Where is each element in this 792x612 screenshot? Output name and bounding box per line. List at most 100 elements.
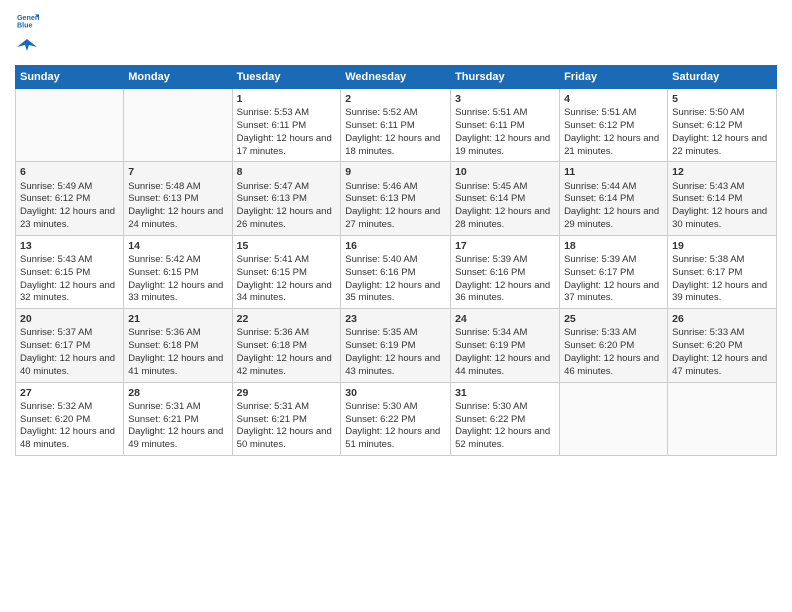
calendar-cell bbox=[124, 89, 232, 162]
day-number: 28 bbox=[128, 386, 227, 400]
header: General Blue bbox=[15, 10, 777, 57]
day-info: Sunset: 6:21 PM bbox=[237, 414, 337, 427]
calendar-cell: 24Sunrise: 5:34 AMSunset: 6:19 PMDayligh… bbox=[451, 309, 560, 382]
day-number: 21 bbox=[128, 312, 227, 326]
day-info: Sunrise: 5:43 AM bbox=[672, 181, 772, 194]
day-info: Sunrise: 5:51 AM bbox=[455, 107, 555, 120]
day-info: Sunset: 6:16 PM bbox=[345, 267, 446, 280]
day-info: Sunset: 6:14 PM bbox=[672, 193, 772, 206]
calendar-cell: 19Sunrise: 5:38 AMSunset: 6:17 PMDayligh… bbox=[668, 235, 777, 308]
logo: General Blue bbox=[15, 10, 39, 57]
weekday-header-friday: Friday bbox=[560, 66, 668, 89]
day-number: 6 bbox=[20, 165, 119, 179]
day-info: Daylight: 12 hours and 47 minutes. bbox=[672, 353, 772, 379]
day-info: Sunset: 6:13 PM bbox=[237, 193, 337, 206]
day-info: Sunrise: 5:49 AM bbox=[20, 181, 119, 194]
day-info: Sunrise: 5:30 AM bbox=[345, 401, 446, 414]
svg-text:General: General bbox=[17, 14, 39, 22]
day-info: Sunset: 6:17 PM bbox=[20, 340, 119, 353]
calendar-header: SundayMondayTuesdayWednesdayThursdayFrid… bbox=[16, 66, 777, 89]
calendar-cell bbox=[560, 382, 668, 455]
day-info: Sunrise: 5:37 AM bbox=[20, 327, 119, 340]
day-number: 3 bbox=[455, 92, 555, 106]
day-info: Sunset: 6:20 PM bbox=[672, 340, 772, 353]
day-info: Sunset: 6:13 PM bbox=[345, 193, 446, 206]
week-row-5: 27Sunrise: 5:32 AMSunset: 6:20 PMDayligh… bbox=[16, 382, 777, 455]
calendar-cell: 13Sunrise: 5:43 AMSunset: 6:15 PMDayligh… bbox=[16, 235, 124, 308]
calendar-table: SundayMondayTuesdayWednesdayThursdayFrid… bbox=[15, 65, 777, 456]
day-info: Sunrise: 5:33 AM bbox=[564, 327, 663, 340]
calendar-cell bbox=[16, 89, 124, 162]
calendar-cell: 8Sunrise: 5:47 AMSunset: 6:13 PMDaylight… bbox=[232, 162, 341, 235]
day-info: Daylight: 12 hours and 29 minutes. bbox=[564, 206, 663, 232]
day-info: Sunrise: 5:45 AM bbox=[455, 181, 555, 194]
day-number: 24 bbox=[455, 312, 555, 326]
day-info: Sunrise: 5:47 AM bbox=[237, 181, 337, 194]
day-info: Sunset: 6:19 PM bbox=[455, 340, 555, 353]
day-info: Sunset: 6:15 PM bbox=[237, 267, 337, 280]
day-info: Daylight: 12 hours and 32 minutes. bbox=[20, 280, 119, 306]
page: General Blue bbox=[0, 0, 792, 612]
day-info: Sunset: 6:14 PM bbox=[455, 193, 555, 206]
day-info: Daylight: 12 hours and 33 minutes. bbox=[128, 280, 227, 306]
day-info: Sunrise: 5:53 AM bbox=[237, 107, 337, 120]
day-info: Daylight: 12 hours and 36 minutes. bbox=[455, 280, 555, 306]
calendar-cell: 11Sunrise: 5:44 AMSunset: 6:14 PMDayligh… bbox=[560, 162, 668, 235]
day-info: Daylight: 12 hours and 50 minutes. bbox=[237, 426, 337, 452]
svg-text:Blue: Blue bbox=[17, 22, 33, 30]
day-info: Daylight: 12 hours and 23 minutes. bbox=[20, 206, 119, 232]
day-info: Daylight: 12 hours and 39 minutes. bbox=[672, 280, 772, 306]
day-number: 18 bbox=[564, 239, 663, 253]
week-row-4: 20Sunrise: 5:37 AMSunset: 6:17 PMDayligh… bbox=[16, 309, 777, 382]
day-info: Daylight: 12 hours and 24 minutes. bbox=[128, 206, 227, 232]
day-info: Daylight: 12 hours and 40 minutes. bbox=[20, 353, 119, 379]
day-info: Sunrise: 5:48 AM bbox=[128, 181, 227, 194]
calendar-cell: 15Sunrise: 5:41 AMSunset: 6:15 PMDayligh… bbox=[232, 235, 341, 308]
day-info: Daylight: 12 hours and 48 minutes. bbox=[20, 426, 119, 452]
day-info: Sunrise: 5:34 AM bbox=[455, 327, 555, 340]
calendar-cell: 18Sunrise: 5:39 AMSunset: 6:17 PMDayligh… bbox=[560, 235, 668, 308]
day-number: 7 bbox=[128, 165, 227, 179]
calendar-cell: 7 Sunrise: 5:48 AMSunset: 6:13 PMDaylight… bbox=[124, 162, 232, 235]
calendar-cell: 20Sunrise: 5:37 AMSunset: 6:17 PMDayligh… bbox=[16, 309, 124, 382]
calendar-cell: 22Sunrise: 5:36 AMSunset: 6:18 PMDayligh… bbox=[232, 309, 341, 382]
day-info: Sunset: 6:19 PM bbox=[345, 340, 446, 353]
day-info: Sunset: 6:13 PM bbox=[128, 193, 227, 206]
day-info: Daylight: 12 hours and 51 minutes. bbox=[345, 426, 446, 452]
weekday-header-thursday: Thursday bbox=[451, 66, 560, 89]
day-info: Sunrise: 5:32 AM bbox=[20, 401, 119, 414]
day-info: Sunset: 6:18 PM bbox=[237, 340, 337, 353]
day-info: Daylight: 12 hours and 22 minutes. bbox=[672, 133, 772, 159]
day-info: Daylight: 12 hours and 18 minutes. bbox=[345, 133, 446, 159]
day-number: 4 bbox=[564, 92, 663, 106]
day-info: Sunrise: 5:46 AM bbox=[345, 181, 446, 194]
calendar-cell bbox=[668, 382, 777, 455]
day-info: Daylight: 12 hours and 44 minutes. bbox=[455, 353, 555, 379]
week-row-2: 6Sunrise: 5:49 AMSunset: 6:12 PMDaylight… bbox=[16, 162, 777, 235]
day-info: Sunrise: 5:31 AM bbox=[128, 401, 227, 414]
day-info: Daylight: 12 hours and 49 minutes. bbox=[128, 426, 227, 452]
day-info: Daylight: 12 hours and 17 minutes. bbox=[237, 133, 337, 159]
day-info: Sunrise: 5:36 AM bbox=[237, 327, 337, 340]
day-info: Sunrise: 5:33 AM bbox=[672, 327, 772, 340]
day-info: Sunrise: 5:50 AM bbox=[672, 107, 772, 120]
day-info: Daylight: 12 hours and 52 minutes. bbox=[455, 426, 555, 452]
day-info: Daylight: 12 hours and 46 minutes. bbox=[564, 353, 663, 379]
day-number: 26 bbox=[672, 312, 772, 326]
day-info: Sunrise: 5:52 AM bbox=[345, 107, 446, 120]
day-info: Sunrise: 5:30 AM bbox=[455, 401, 555, 414]
day-info: Sunset: 6:21 PM bbox=[128, 414, 227, 427]
calendar-cell: 6Sunrise: 5:49 AMSunset: 6:12 PMDaylight… bbox=[16, 162, 124, 235]
calendar-cell: 21Sunrise: 5:36 AMSunset: 6:18 PMDayligh… bbox=[124, 309, 232, 382]
day-number: 19 bbox=[672, 239, 772, 253]
day-number: 14 bbox=[128, 239, 227, 253]
day-number: 22 bbox=[237, 312, 337, 326]
day-number: 29 bbox=[237, 386, 337, 400]
day-number: 17 bbox=[455, 239, 555, 253]
weekday-header-sunday: Sunday bbox=[16, 66, 124, 89]
day-info: Sunset: 6:22 PM bbox=[455, 414, 555, 427]
calendar-cell: 10Sunrise: 5:45 AMSunset: 6:14 PMDayligh… bbox=[451, 162, 560, 235]
day-info: Sunset: 6:16 PM bbox=[455, 267, 555, 280]
day-info: Sunset: 6:17 PM bbox=[564, 267, 663, 280]
day-number: 16 bbox=[345, 239, 446, 253]
